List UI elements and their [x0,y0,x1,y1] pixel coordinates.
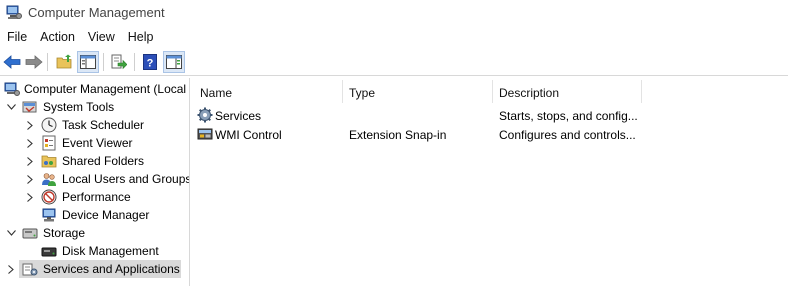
chevron-down-icon[interactable] [6,102,16,112]
system-tools-icon [22,101,37,113]
tree-item-storage[interactable]: Storage [0,224,189,242]
help-icon: ? [143,54,157,70]
column-header-description[interactable]: Description [499,78,559,105]
window-title: Computer Management [28,5,165,20]
forward-icon [25,55,43,69]
help-button[interactable]: ? [139,51,161,73]
menu-help[interactable]: Help [121,27,160,47]
device-manager-icon [42,208,56,222]
tree-item-services-and-applications[interactable]: Services and Applications [0,260,189,278]
tree-item-shared-folders[interactable]: Shared Folders [0,152,189,170]
services-gear-icon [197,107,213,123]
tree-item-label: Event Viewer [62,136,133,150]
tree-item-local-users-and-groups[interactable]: Local Users and Groups [0,170,190,188]
tree-item-label: Disk Management [62,244,159,258]
chevron-right-icon[interactable] [25,138,35,148]
show-hide-tree-button[interactable] [77,51,99,73]
tree-item-label: Shared Folders [62,154,145,168]
computer-management-app-icon [6,5,22,19]
event-viewer-icon [42,135,56,151]
cell-description: Starts, stops, and config... [499,109,638,123]
tree-item-event-viewer[interactable]: Event Viewer [0,134,189,152]
tree-item-label: Performance [62,190,131,204]
list-header: Name Type Description [191,78,788,105]
chevron-right-icon[interactable] [25,156,35,166]
tree-item-disk-management[interactable]: Disk Management [0,242,189,260]
tree-item-label: Services and Applications [43,262,180,276]
chevron-right-icon[interactable] [25,120,35,130]
list-item-services[interactable]: Services Starts, stops, and config... [191,106,788,124]
toolbar: ? [0,48,788,76]
storage-icon [22,228,38,239]
disk-management-icon [41,247,57,257]
tree-item-label: Computer Management (Local [24,82,187,96]
toolbar-separator [103,53,104,71]
console-tree: Computer Management (Local System Tools … [0,78,190,286]
forward-button[interactable] [23,51,45,73]
list-item-wmi-control[interactable]: WMI Control Extension Snap-in Configures… [191,125,788,143]
cell-description: Configures and controls... [499,128,636,142]
users-groups-icon [42,173,56,186]
tree-item-computer-management[interactable]: Computer Management (Local [0,80,189,98]
toolbar-separator [47,53,48,71]
back-icon [3,55,21,69]
column-divider[interactable] [342,80,343,103]
column-divider[interactable] [492,80,493,103]
show-hide-action-pane-icon [166,55,182,69]
chevron-right-icon[interactable] [6,264,16,274]
export-list-button[interactable] [108,51,130,73]
column-divider[interactable] [641,80,642,103]
tree-item-system-tools[interactable]: System Tools [0,98,189,116]
tree-item-task-scheduler[interactable]: Task Scheduler [0,116,189,134]
menu-action[interactable]: Action [33,27,81,47]
wmi-control-icon [197,128,213,140]
tree-item-label: Local Users and Groups [62,172,190,186]
computer-management-icon [4,82,20,96]
svg-text:?: ? [147,58,154,70]
chevron-right-icon[interactable] [25,192,35,202]
column-header-type[interactable]: Type [349,78,375,105]
performance-icon [41,189,57,205]
task-scheduler-icon [41,117,57,133]
menu-view[interactable]: View [81,27,121,47]
up-folder-icon [56,54,72,69]
show-hide-tree-icon [80,55,96,69]
cell-type: Extension Snap-in [349,128,447,142]
title-bar: Computer Management [0,0,788,25]
services-applications-icon [22,263,38,276]
up-folder-button[interactable] [53,51,75,73]
menu-bar: File Action View Help [0,27,160,47]
tree-item-label: Storage [43,226,86,240]
tree-item-label: System Tools [43,100,115,114]
shared-folders-icon [41,155,57,168]
back-button[interactable] [1,51,23,73]
tree-item-device-manager[interactable]: Device Manager [0,206,189,224]
toolbar-separator [134,53,135,71]
menu-file[interactable]: File [0,27,33,47]
tree-item-label: Task Scheduler [62,118,145,132]
column-header-name[interactable]: Name [200,78,232,105]
tree-item-performance[interactable]: Performance [0,188,189,206]
cell-name: Services [215,109,262,123]
tree-item-label: Device Manager [62,208,150,222]
show-hide-action-pane-button[interactable] [163,51,185,73]
chevron-right-icon[interactable] [25,174,35,184]
results-pane: Name Type Description Services Starts, s… [191,78,788,286]
chevron-down-icon[interactable] [6,228,16,238]
cell-name: WMI Control [215,128,282,142]
export-list-icon [111,54,127,70]
